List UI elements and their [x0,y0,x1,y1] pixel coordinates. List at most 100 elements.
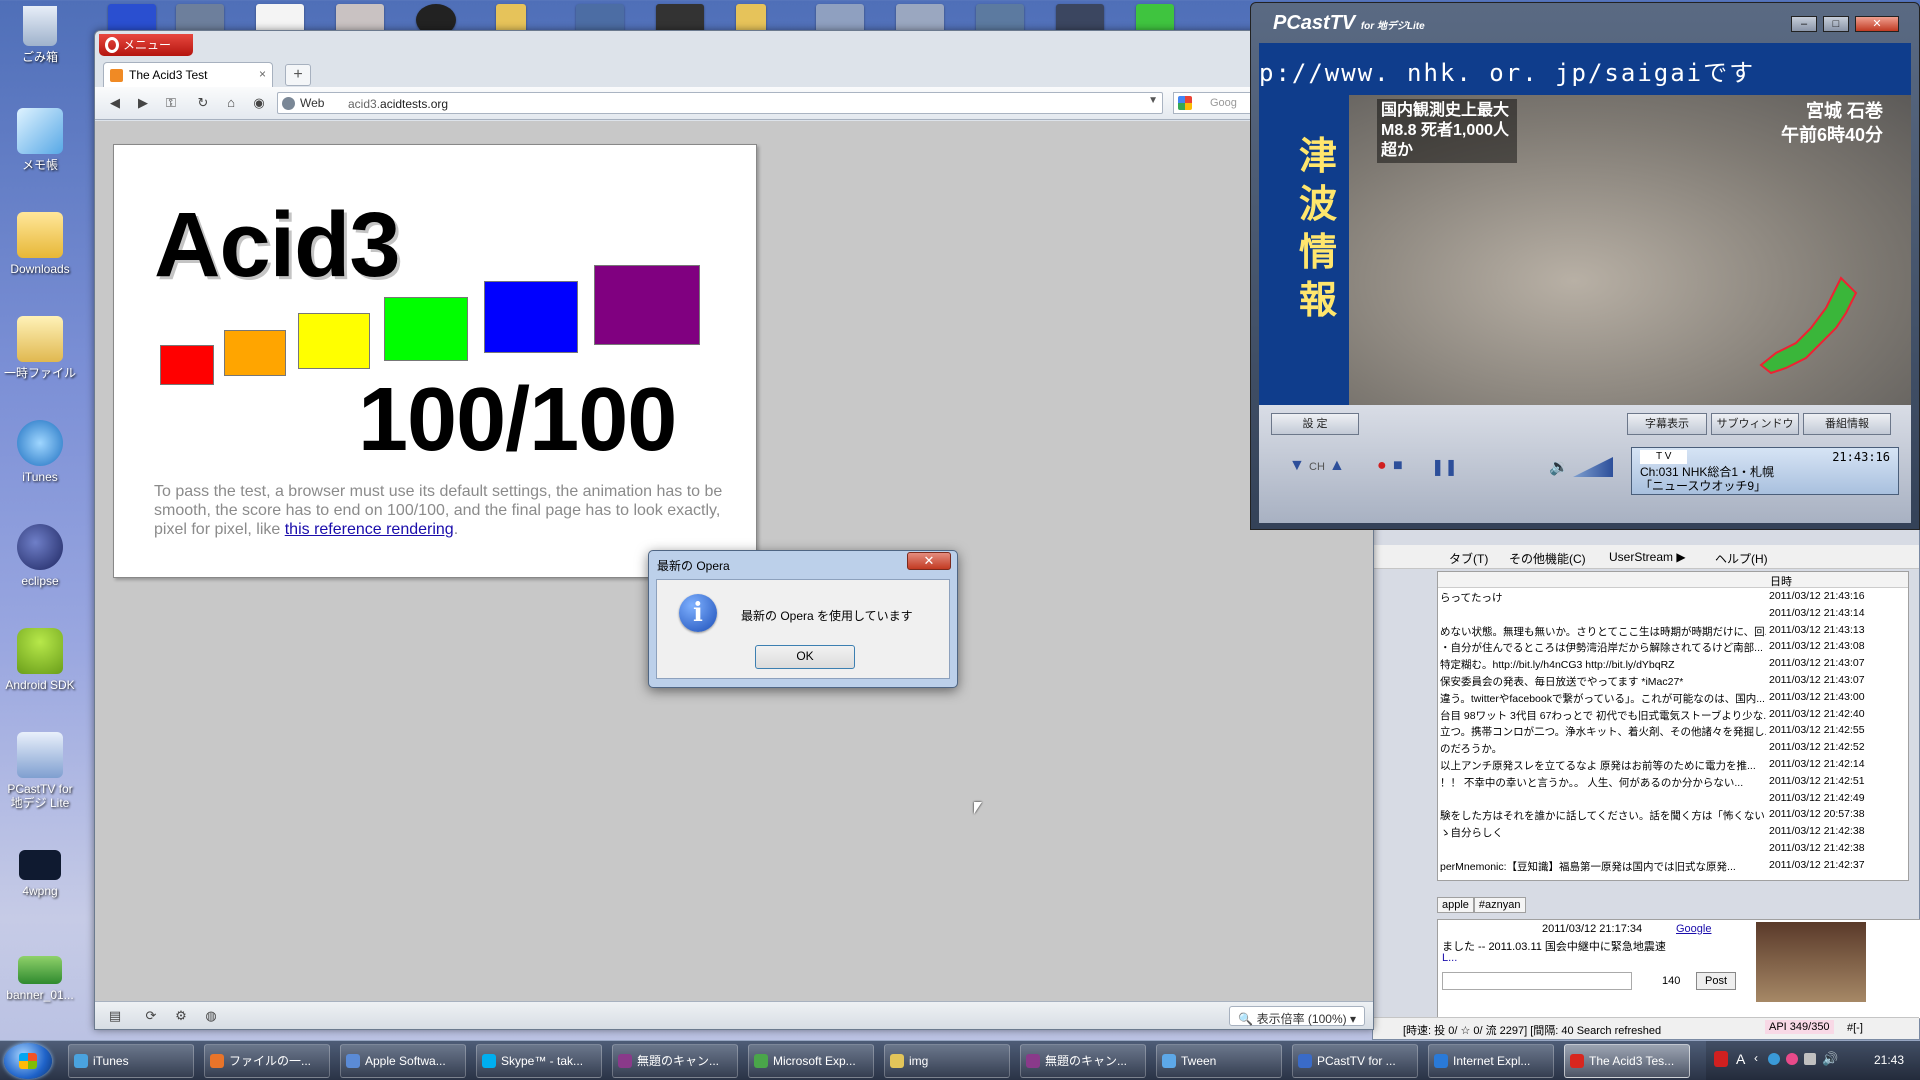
stop-icon[interactable]: ■ [1393,457,1403,475]
menu-tab[interactable]: タブ(T) [1449,550,1488,567]
post-button[interactable]: Post [1696,972,1736,990]
turbo-icon[interactable]: ◍ [199,1006,223,1026]
detail-text-link[interactable]: L... [1442,952,1457,964]
close-tab-icon[interactable]: × [259,67,266,81]
wand-key-icon[interactable]: ⚿ [159,93,183,113]
chevron-down-icon[interactable]: ▼ [1148,95,1158,106]
taskbar-button[interactable]: Microsoft Exp... [748,1044,874,1078]
program-info-button[interactable]: 番組情報 [1803,413,1891,435]
desktop-icon-label: Downloads [10,262,70,276]
panel-toggle-icon[interactable]: ▤ [103,1006,127,1026]
tweet-row[interactable]: 保安委員会の発表、毎日放送でやってます *iMac27* 2011/03/12 2… [1438,674,1908,691]
volume-icon[interactable]: 🔉 [1549,457,1569,477]
tweet-row[interactable]: 2011/03/12 21:42:38 [1438,842,1908,859]
zoom-control[interactable]: 🔍 表示倍率 (100%) ▾ [1229,1006,1365,1026]
recycle-bin-icon[interactable]: ごみ箱 [0,6,80,64]
dialog-close-button[interactable]: ✕ [907,552,951,570]
tab-acid3[interactable]: The Acid3 Test × [103,62,273,87]
record-icon[interactable]: ● [1377,457,1387,475]
taskbar-button[interactable]: Tween [1156,1044,1282,1078]
pause-icon[interactable]: ❚❚ [1431,457,1458,477]
home-icon[interactable]: ⌂ [219,93,243,113]
subtitles-button[interactable]: 字幕表示 [1627,413,1707,435]
ime-icon[interactable]: A [1736,1051,1745,1067]
pcasttv-icon [17,732,63,778]
tweet-date: 2011/03/12 21:43:13 [1769,623,1865,636]
tray-icon[interactable] [1768,1053,1780,1065]
tweet-input[interactable] [1442,972,1632,990]
clock[interactable]: 21:43 [1874,1053,1904,1067]
tweet-row[interactable]: らってたっけ 2011/03/12 21:43:16 [1438,590,1908,607]
maximize-button[interactable]: □ [1823,16,1849,32]
mouse-cursor-icon [974,802,982,814]
itunes-shortcut[interactable]: iTunes [0,420,80,484]
banner-shortcut[interactable]: banner_01... [0,956,80,1002]
taskbar-button[interactable]: Skype™ - tak... [476,1044,602,1078]
detail-link[interactable]: Google [1676,923,1711,935]
tweet-row[interactable]: ！！ 不幸中の幸いと言うか。。 人生、何があるのか分からない... 2011/03… [1438,775,1908,792]
tweet-row[interactable]: めない状態。無理も無いか。さりとてここ生は時期が時期だけに、回... 2011/0… [1438,624,1908,641]
android-sdk-shortcut[interactable]: Android SDK [0,628,80,692]
tweet-row[interactable]: 立つ。携帯コンロが二つ。浄水キット、着火剤、その他諸々を発掘し... 2011/0… [1438,724,1908,741]
tray-icon[interactable] [1786,1053,1798,1065]
tweet-row[interactable]: perMnemonic:【豆知識】福島第一原発は国内では旧式な原発... 2011… [1438,859,1908,876]
desktop-icon-label: メモ帳 [21,158,58,172]
tweet-row[interactable]: 験をした方はそれを誰かに話してください。話を聞く方は「怖くないよ」... 2011… [1438,808,1908,825]
menu-userstream[interactable]: UserStream ▶ [1609,550,1686,564]
taskbar-button[interactable]: The Acid3 Tes... [1564,1044,1690,1078]
taskbar-button[interactable]: 無題のキャン... [612,1044,738,1078]
tray-expand-icon[interactable]: ‹ [1754,1051,1758,1065]
new-tab-button[interactable]: + [285,64,311,86]
tween-tabs: apple #aznyan [1437,897,1526,914]
tweet-row[interactable]: 特定糊む。http://bit.ly/h4nCG3 http://bit.ly/… [1438,657,1908,674]
back-icon[interactable]: ◀ [103,93,127,113]
tab-apple[interactable]: apple [1437,897,1474,913]
settings-button[interactable]: 設 定 [1271,413,1359,435]
taskbar-button[interactable]: ファイルの一... [204,1044,330,1078]
temp-files-shortcut[interactable]: 一時ファイル [0,316,80,380]
tweet-row[interactable]: ・自分が住んでるところは伊勢湾沿岸だから解除されてるけど南部... 2011/03… [1438,640,1908,657]
tweet-row[interactable]: 2011/03/12 21:42:49 [1438,792,1908,809]
taskbar-button[interactable]: PCastTV for ... [1292,1044,1418,1078]
menu-other-functions[interactable]: その他機能(C) [1509,550,1586,567]
taskbar-button[interactable]: Apple Softwa... [340,1044,466,1078]
channel-down-icon[interactable]: ▼ [1289,457,1305,475]
forward-icon[interactable]: ▶ [131,93,155,113]
start-button[interactable] [4,1043,52,1079]
pcasttv-shortcut[interactable]: PCastTV for 地デジ Lite [0,732,80,810]
downloads-shortcut[interactable]: Downloads [0,212,80,276]
tv-screen[interactable]: p://www. nhk. or. jp/saigaiです 津波情報 国内観測史… [1259,43,1911,405]
taskbar-button[interactable]: Internet Expl... [1428,1044,1554,1078]
taskbar-button[interactable]: img [884,1044,1010,1078]
tweet-row[interactable]: 違う。twitterやfacebookで繋がっている」。これが可能なのは、国内.… [1438,691,1908,708]
opera-menu-button[interactable]: メニュー [99,34,193,56]
sync-icon[interactable]: ⟳ [139,1006,163,1026]
address-bar[interactable]: Web acid3.acidtests.org ▼ [277,92,1163,114]
eclipse-shortcut[interactable]: eclipse [0,524,80,588]
tweet-row[interactable]: 以上アンチ原発スレを立てるなよ 原発はお前等のために電力を推... 2011/03… [1438,758,1908,775]
close-button[interactable]: ✕ [1855,16,1899,32]
tweet-row[interactable]: 2011/03/12 21:43:14 [1438,607,1908,624]
tweet-row[interactable]: 台目 98ワット 3代目 67わっとで 初代でも旧式電気ストーブより少な... 2… [1438,708,1908,725]
tweet-list[interactable]: 日時 らってたっけ 2011/03/12 21:43:16 2011/03/12 2… [1437,571,1909,881]
4wpng-shortcut[interactable]: 4wpng [0,850,80,898]
minimize-button[interactable]: – [1791,16,1817,32]
menu-help[interactable]: ヘルプ(H) [1715,550,1768,567]
tweet-row[interactable]: ゝ自分らしく 2011/03/12 21:42:38 [1438,825,1908,842]
taskbar-button[interactable]: iTunes [68,1044,194,1078]
reload-icon[interactable]: ↻ [191,93,215,113]
tab-aznyan[interactable]: #aznyan [1473,897,1526,913]
notepad-shortcut[interactable]: メモ帳 [0,108,80,172]
network-icon[interactable] [1804,1053,1816,1065]
tweet-row[interactable]: のだろうか。 2011/03/12 21:42:52 [1438,741,1908,758]
volume-slider[interactable] [1573,457,1613,477]
channel-up-icon[interactable]: ▲ [1329,457,1345,475]
volume-icon[interactable]: 🔊 [1822,1051,1838,1067]
date-column-header[interactable]: 日時 [1770,573,1792,589]
reference-rendering-link[interactable]: this reference rendering [285,521,454,538]
taskbar-button[interactable]: 無題のキャン... [1020,1044,1146,1078]
subwindow-button[interactable]: サブウィンドウ [1711,413,1799,435]
unite-icon[interactable]: ⚙ [169,1006,193,1026]
ok-button[interactable]: OK [755,645,855,669]
tray-icon[interactable] [1714,1051,1728,1067]
